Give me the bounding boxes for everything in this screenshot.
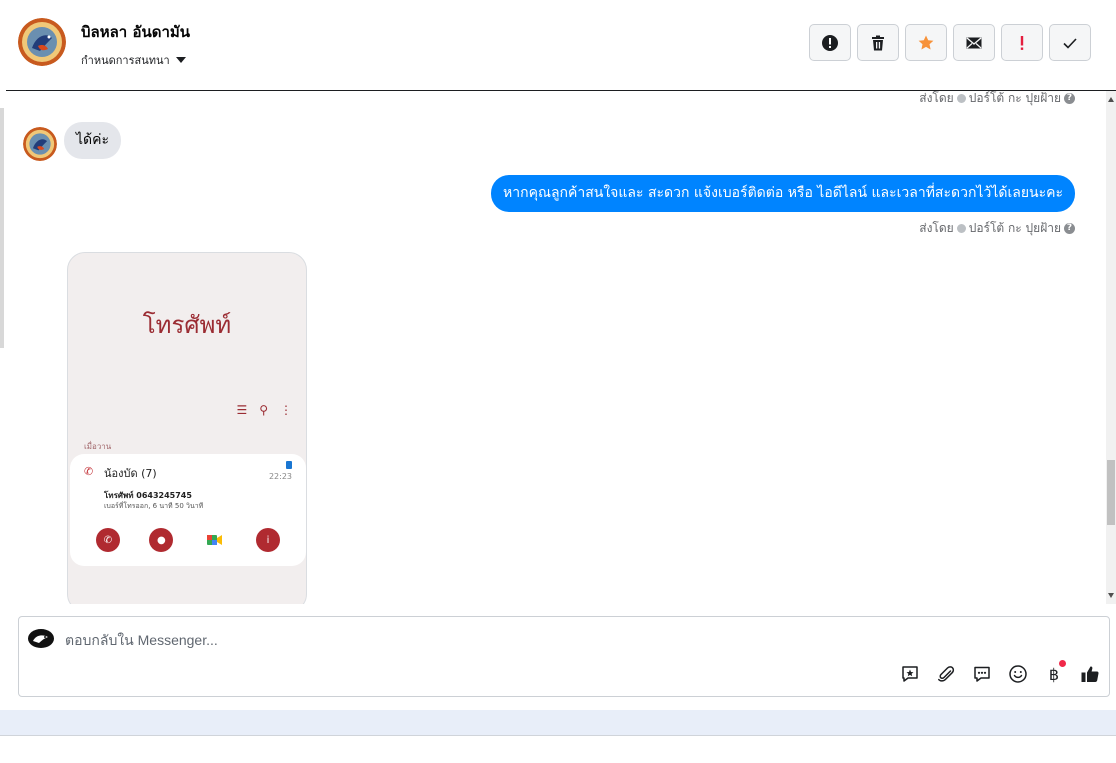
phone-call-icon: ✆ bbox=[84, 465, 94, 478]
sim-badge-icon bbox=[286, 461, 292, 469]
image-attachment[interactable]: โทรศัพท์ ☰ ⚲ ⋮ เมื่อวาน ✆ น้องบัด (7) 22… bbox=[67, 252, 307, 604]
trash-icon bbox=[872, 35, 884, 50]
thumbs-up-icon bbox=[1081, 666, 1099, 682]
paperclip-icon bbox=[938, 666, 955, 682]
incoming-avatar[interactable] bbox=[23, 127, 57, 161]
saved-reply-button[interactable] bbox=[899, 663, 921, 685]
mark-done-button[interactable] bbox=[1049, 24, 1091, 61]
star-icon bbox=[918, 35, 934, 49]
sent-by-prefix: ส่งโดย bbox=[919, 221, 954, 235]
attachment-call-card: ✆ น้องบัด (7) 22:23 โทรศัพท์ 0643245745 … bbox=[70, 454, 306, 566]
attachment-section-label: เมื่อวาน bbox=[84, 442, 112, 451]
filter-icon: ☰ bbox=[236, 403, 248, 417]
scroll-down-arrow-icon[interactable] bbox=[1106, 590, 1116, 600]
help-icon[interactable]: ? bbox=[1064, 223, 1075, 234]
attach-file-button[interactable] bbox=[935, 663, 957, 685]
follow-up-button[interactable] bbox=[1001, 24, 1043, 61]
contact-name: บิลหลา อันดามัน bbox=[81, 23, 191, 41]
delete-button[interactable] bbox=[857, 24, 899, 61]
sent-by-prefix: ส่งโดย bbox=[919, 91, 954, 105]
quick-reply-button[interactable] bbox=[971, 663, 993, 685]
payment-button[interactable]: ฿ bbox=[1043, 660, 1066, 685]
outgoing-sent-by-meta: ส่งโดย ปอร์โต้ กะ ปุยฝ้าย ? bbox=[919, 219, 1075, 238]
conversation-label-dropdown[interactable]: กำหนดการสนทนา bbox=[81, 51, 186, 69]
bottom-divider bbox=[0, 735, 1116, 736]
scroll-up-arrow-icon[interactable] bbox=[1106, 94, 1116, 104]
star-button[interactable] bbox=[905, 24, 947, 61]
notification-dot bbox=[1059, 660, 1066, 667]
emoji-button[interactable] bbox=[1007, 663, 1029, 685]
header-actions bbox=[809, 24, 1091, 61]
sent-by-name: ปอร์โต้ กะ ปุยฝ้าย bbox=[968, 221, 1061, 235]
thread-scrollbar[interactable] bbox=[1106, 91, 1116, 604]
chevron-down-icon bbox=[175, 57, 186, 63]
outgoing-message-bubble[interactable]: หากคุณลูกค้าสนใจและ สะดวก แจ้งเบอร์ติดต่… bbox=[491, 175, 1075, 212]
alert-circle-icon bbox=[822, 34, 838, 51]
page-dot-icon bbox=[956, 94, 966, 103]
page-dot-icon bbox=[956, 224, 966, 233]
attachment-phone-toolbar: ☰ ⚲ ⋮ bbox=[236, 403, 292, 417]
report-spam-button[interactable] bbox=[809, 24, 851, 61]
chat-bubble-icon bbox=[974, 666, 990, 682]
envelope-icon bbox=[966, 36, 982, 48]
message-icon: ● bbox=[149, 528, 174, 552]
call-icon: ✆ bbox=[96, 528, 120, 552]
contact-avatar[interactable] bbox=[18, 18, 66, 66]
search-icon: ⚲ bbox=[259, 403, 268, 417]
help-icon[interactable]: ? bbox=[1064, 93, 1075, 104]
sent-by-name: ปอร์โต้ กะ ปุยฝ้าย bbox=[968, 91, 1061, 105]
reply-composer: ฿ bbox=[18, 616, 1110, 697]
attachment-phone-title: โทรศัพท์ bbox=[142, 311, 232, 339]
message-thread[interactable]: ส่งโดย ปอร์โต้ กะ ปุยฝ้าย ? ได้ค่ะ หากคุ… bbox=[6, 91, 1104, 604]
exclamation-icon bbox=[1020, 35, 1024, 50]
incoming-message-bubble[interactable]: ได้ค่ะ bbox=[64, 122, 122, 159]
reply-input[interactable] bbox=[65, 628, 965, 652]
smiley-icon bbox=[1009, 665, 1027, 683]
composer-tools: ฿ bbox=[899, 660, 1101, 685]
page-avatar bbox=[28, 629, 54, 648]
mark-unread-button[interactable] bbox=[953, 24, 995, 61]
more-vert-icon: ⋮ bbox=[280, 403, 292, 417]
scrollbar-thumb[interactable] bbox=[1107, 460, 1115, 525]
conversation-header: บิลหลา อันดามัน กำหนดการสนทนา bbox=[6, 0, 1116, 91]
left-rail-divider bbox=[0, 108, 4, 348]
like-button[interactable] bbox=[1079, 663, 1101, 685]
attachment-action-row: ✆ ● i bbox=[96, 528, 280, 552]
check-icon bbox=[1063, 37, 1077, 49]
attachment-call-detail: เบอร์ที่โทรออก, 6 นาที 50 วินาที bbox=[104, 502, 204, 510]
label-dropdown-text: กำหนดการสนทนา bbox=[81, 54, 170, 67]
attachment-contact-name: น้องบัด (7) bbox=[104, 467, 157, 480]
attachment-call-time: 22:23 bbox=[268, 472, 292, 481]
meet-video-icon bbox=[203, 528, 227, 552]
sent-by-meta: ส่งโดย ปอร์โต้ กะ ปุยฝ้าย ? bbox=[919, 91, 1075, 108]
info-icon: i bbox=[255, 528, 280, 552]
bottom-background-strip bbox=[0, 710, 1116, 735]
baht-icon: ฿ bbox=[1048, 664, 1060, 684]
messenger-conversation: บิลหลา อันดามัน กำหนดการสนทนา ส่งโดย ปอร… bbox=[0, 0, 1116, 763]
saved-reply-icon bbox=[902, 666, 918, 682]
